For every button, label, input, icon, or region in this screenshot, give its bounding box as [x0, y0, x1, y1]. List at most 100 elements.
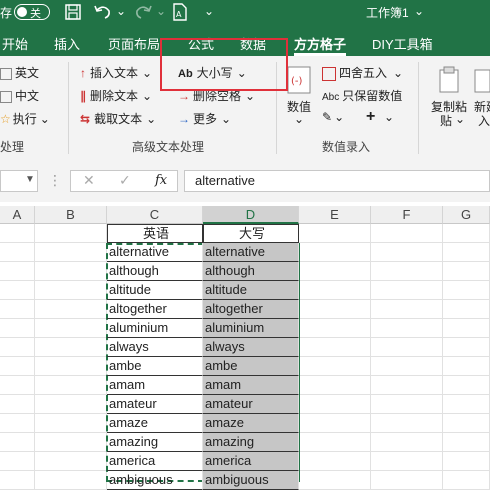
- checkbox-icon: [0, 90, 12, 103]
- round-button[interactable]: 四舍五入 ⌄: [322, 64, 403, 81]
- numeric-icon[interactable]: (-): [287, 66, 311, 97]
- cell-d-header[interactable]: 大写: [203, 224, 299, 243]
- cell-c-english[interactable]: amateur: [107, 395, 203, 414]
- ribbon-separator: [68, 62, 69, 154]
- confirm-icon[interactable]: ✓: [119, 172, 131, 189]
- extract-text-button[interactable]: ⇆ 截取文本 ⌄: [80, 110, 156, 127]
- autosave-label: 存: [0, 6, 13, 20]
- dropdown-arrow-icon: ⌄: [142, 66, 153, 80]
- cell-d-uppercase[interactable]: ambiguous: [203, 471, 299, 490]
- cell-c-english[interactable]: altitude: [107, 281, 203, 300]
- file-name-arrow[interactable]: ⌄: [414, 4, 424, 18]
- name-box-dropdown-icon[interactable]: ▼: [25, 174, 35, 185]
- cell-c-english[interactable]: although: [107, 262, 203, 281]
- cell-c-english[interactable]: ambe: [107, 357, 203, 376]
- column-header-c[interactable]: C: [107, 206, 203, 224]
- title-bar: 存 关 ⌄ ⌄ A ⌄ 工作簿1 ⌄: [0, 0, 490, 26]
- column-header-a[interactable]: A: [0, 206, 35, 224]
- tab-home[interactable]: 开始: [2, 34, 28, 53]
- group-label-numeric: 数值录入: [322, 140, 371, 154]
- file-name: 工作簿1: [366, 6, 409, 20]
- name-box[interactable]: ▼: [0, 170, 38, 192]
- customize-toolbar-icon[interactable]: ⌄: [204, 4, 214, 18]
- add-button[interactable]: +: [366, 108, 375, 126]
- tab-page-layout[interactable]: 页面布局: [108, 34, 160, 53]
- file-icon[interactable]: A: [172, 3, 188, 24]
- cell-d-uppercase[interactable]: always: [203, 338, 299, 357]
- highlight-box: [160, 38, 288, 91]
- save-icon[interactable]: [64, 3, 82, 24]
- insert-text-button[interactable]: ↑ 插入文本 ⌄: [80, 64, 152, 81]
- formula-buttons: ✕ ✓ fx: [70, 170, 178, 192]
- cell-d-uppercase[interactable]: aluminium: [203, 319, 299, 338]
- svg-text:A: A: [176, 10, 182, 19]
- cell-c-english[interactable]: amaze: [107, 414, 203, 433]
- cell-c-english[interactable]: always: [107, 338, 203, 357]
- insert-text-icon: ↑: [80, 66, 86, 80]
- keep-values-button[interactable]: Abc 只保留数值: [322, 87, 402, 104]
- edit-icon: ✎: [322, 110, 333, 124]
- dropdown-arrow-icon: ⌄: [142, 89, 153, 103]
- cell-d-uppercase[interactable]: alternative: [203, 243, 299, 262]
- drag-handle-icon[interactable]: ⋮: [48, 172, 62, 189]
- cell-d-uppercase[interactable]: america: [203, 452, 299, 471]
- cell-d-uppercase[interactable]: amateur: [203, 395, 299, 414]
- redo-dropdown-icon[interactable]: ⌄: [156, 4, 166, 18]
- cell-c-header[interactable]: 英语: [107, 224, 203, 243]
- tab-fangfang[interactable]: 方方格子: [294, 34, 346, 53]
- autosave-toggle[interactable]: 关: [14, 4, 50, 20]
- column-header-g[interactable]: G: [443, 206, 490, 224]
- delete-text-button[interactable]: ∥ 删除文本 ⌄: [80, 87, 152, 104]
- ribbon-english[interactable]: 英文: [0, 64, 39, 81]
- group-label-advanced-text: 高级文本处理: [132, 140, 205, 154]
- dropdown-arrow-icon: ⌄: [146, 112, 157, 126]
- dropdown-arrow-icon: ⌄: [221, 112, 232, 126]
- edit-cell-button[interactable]: ✎ ⌄: [322, 110, 344, 124]
- svg-text:(-): (-): [291, 76, 303, 87]
- tab-insert[interactable]: 插入: [54, 34, 80, 53]
- redo-icon[interactable]: [132, 3, 154, 24]
- cell-d-uppercase[interactable]: amaze: [203, 414, 299, 433]
- cell-c-english[interactable]: amazing: [107, 433, 203, 452]
- cancel-icon[interactable]: ✕: [83, 172, 95, 189]
- copy-paste-button-line2: 贴: [440, 114, 453, 128]
- copy-paste-icon[interactable]: [436, 66, 462, 97]
- round-icon: [322, 66, 336, 81]
- checkbox-icon: [0, 67, 12, 80]
- undo-icon[interactable]: [92, 3, 114, 24]
- cell-c-english[interactable]: ambiguous: [107, 471, 203, 490]
- dropdown-arrow-icon: ⌄: [39, 112, 50, 126]
- cell-c-english[interactable]: alternative: [107, 243, 203, 262]
- undo-dropdown-icon[interactable]: ⌄: [116, 4, 126, 18]
- ribbon-execute[interactable]: ☆ 执行 ⌄: [0, 110, 50, 127]
- new-icon[interactable]: [474, 66, 490, 97]
- delete-space-icon: →: [178, 89, 190, 103]
- cell-c-english[interactable]: america: [107, 452, 203, 471]
- cell-d-uppercase[interactable]: amazing: [203, 433, 299, 452]
- column-header-f[interactable]: F: [371, 206, 443, 224]
- extract-text-icon: ⇆: [80, 112, 91, 126]
- cell-d-uppercase[interactable]: ambe: [203, 357, 299, 376]
- dropdown-arrow-icon[interactable]: ⌄: [455, 112, 465, 126]
- new-button-line2: 入: [478, 114, 490, 128]
- fx-icon[interactable]: fx: [155, 173, 167, 188]
- cell-d-uppercase[interactable]: altogether: [203, 300, 299, 319]
- delete-text-icon: ∥: [80, 89, 86, 103]
- cell-d-uppercase[interactable]: altitude: [203, 281, 299, 300]
- add-dropdown-icon[interactable]: ⌄: [384, 110, 394, 124]
- star-icon: ☆: [0, 112, 11, 126]
- tab-diy-toolbox[interactable]: DIY工具箱: [372, 34, 433, 53]
- dropdown-arrow-icon[interactable]: ⌄: [294, 112, 304, 126]
- cell-d-uppercase[interactable]: amam: [203, 376, 299, 395]
- cell-d-uppercase[interactable]: although: [203, 262, 299, 281]
- column-header-e[interactable]: E: [299, 206, 371, 224]
- dropdown-arrow-icon: ⌄: [334, 110, 345, 124]
- cell-c-english[interactable]: amam: [107, 376, 203, 395]
- ribbon-chinese[interactable]: 中文: [0, 87, 39, 104]
- formula-input[interactable]: alternative: [184, 170, 490, 192]
- column-header-d[interactable]: D: [203, 206, 299, 224]
- column-header-b[interactable]: B: [35, 206, 107, 224]
- cell-c-english[interactable]: aluminium: [107, 319, 203, 338]
- more-button[interactable]: → 更多 ⌄: [178, 110, 231, 127]
- cell-c-english[interactable]: altogether: [107, 300, 203, 319]
